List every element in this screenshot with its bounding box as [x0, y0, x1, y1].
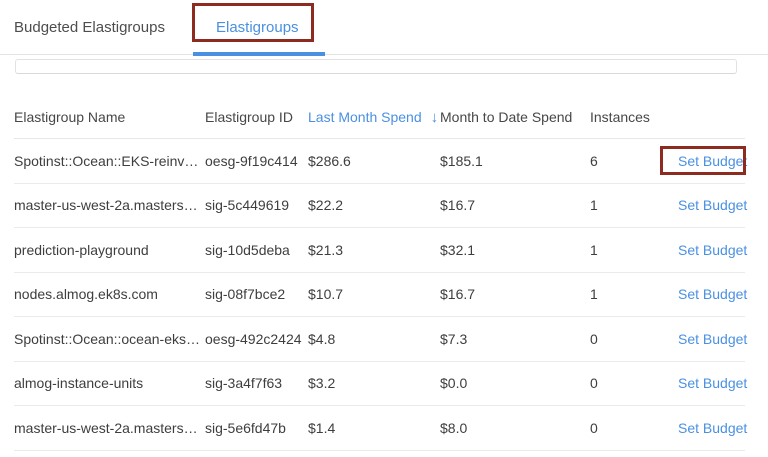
column-header-elastigroup-id[interactable]: Elastigroup ID: [205, 109, 308, 125]
cell-elastigroup-id: sig-08f7bce2: [205, 286, 308, 302]
set-budget-link[interactable]: Set Budget: [678, 242, 747, 258]
set-budget-link[interactable]: Set Budget: [678, 331, 747, 347]
elastigroups-page: Budgeted Elastigroups Elastigroups Elast…: [0, 0, 768, 457]
cell-last-month-spend: $4.8: [308, 331, 440, 347]
tab-budgeted-elastigroups[interactable]: Budgeted Elastigroups: [14, 0, 165, 54]
table-row: master-us-west-2a.masters… sig-5e6fd47b …: [14, 406, 745, 451]
cell-month-to-date-spend: $7.3: [440, 331, 590, 347]
cell-elastigroup-name: prediction-playground: [14, 242, 205, 258]
cell-instances: 1: [590, 242, 678, 258]
filter-input[interactable]: [15, 59, 737, 74]
cell-month-to-date-spend: $8.0: [440, 420, 590, 436]
cell-month-to-date-spend: $16.7: [440, 286, 590, 302]
cell-last-month-spend: $3.2: [308, 375, 440, 391]
cell-instances: 1: [590, 286, 678, 302]
sort-descending-icon: ↓: [431, 109, 439, 126]
table-row: nodes.almog.ek8s.com sig-08f7bce2 $10.7 …: [14, 273, 745, 318]
cell-last-month-spend: $286.6: [308, 153, 440, 169]
cell-instances: 0: [590, 420, 678, 436]
cell-month-to-date-spend: $16.7: [440, 197, 590, 213]
active-tab-underline: [193, 52, 325, 56]
cell-elastigroup-name: Spotinst::Ocean::EKS-reinv…: [14, 153, 205, 169]
set-budget-link[interactable]: Set Budget: [678, 286, 747, 302]
cell-month-to-date-spend: $0.0: [440, 375, 590, 391]
tab-bar: Budgeted Elastigroups Elastigroups: [0, 0, 768, 55]
table-header-row: Elastigroup Name Elastigroup ID Last Mon…: [14, 96, 745, 139]
column-header-instances[interactable]: Instances: [590, 109, 678, 125]
set-budget-link[interactable]: Set Budget: [678, 420, 747, 436]
cell-elastigroup-name: nodes.almog.ek8s.com: [14, 286, 205, 302]
cell-elastigroup-name: master-us-west-2a.masters…: [14, 420, 205, 436]
column-header-last-month-spend-label: Last Month Spend: [308, 109, 422, 125]
cell-last-month-spend: $21.3: [308, 242, 440, 258]
table-row: prediction-playground sig-10d5deba $21.3…: [14, 228, 745, 273]
cell-last-month-spend: $22.2: [308, 197, 440, 213]
cell-instances: 0: [590, 375, 678, 391]
cell-elastigroup-id: sig-5c449619: [205, 197, 308, 213]
cell-elastigroup-name: Spotinst::Ocean::ocean-eks…: [14, 331, 205, 347]
cell-elastigroup-name: almog-instance-units: [14, 375, 205, 391]
tab-elastigroups[interactable]: Elastigroups: [216, 0, 299, 54]
cell-elastigroup-id: oesg-9f19c414: [205, 153, 308, 169]
cell-elastigroup-id: sig-3a4f7f63: [205, 375, 308, 391]
elastigroups-table: Elastigroup Name Elastigroup ID Last Mon…: [14, 96, 745, 451]
set-budget-link[interactable]: Set Budget: [678, 375, 747, 391]
cell-month-to-date-spend: $32.1: [440, 242, 590, 258]
cell-month-to-date-spend: $185.1: [440, 153, 590, 169]
set-budget-link[interactable]: Set Budget: [678, 153, 747, 169]
cell-last-month-spend: $1.4: [308, 420, 440, 436]
cell-instances: 6: [590, 153, 678, 169]
cell-elastigroup-id: sig-5e6fd47b: [205, 420, 308, 436]
cell-elastigroup-name: master-us-west-2a.masters…: [14, 197, 205, 213]
cell-elastigroup-id: oesg-492c2424: [205, 331, 308, 347]
table-row: master-us-west-2a.masters… sig-5c449619 …: [14, 184, 745, 229]
table-row: almog-instance-units sig-3a4f7f63 $3.2 $…: [14, 362, 745, 407]
column-header-elastigroup-name[interactable]: Elastigroup Name: [14, 109, 205, 125]
column-header-last-month-spend[interactable]: Last Month Spend ↓: [308, 109, 440, 126]
cell-elastigroup-id: sig-10d5deba: [205, 242, 308, 258]
set-budget-link[interactable]: Set Budget: [678, 197, 747, 213]
column-header-month-to-date-spend[interactable]: Month to Date Spend: [440, 109, 590, 125]
cell-instances: 0: [590, 331, 678, 347]
cell-last-month-spend: $10.7: [308, 286, 440, 302]
table-row: Spotinst::Ocean::ocean-eks… oesg-492c242…: [14, 317, 745, 362]
table-row: Spotinst::Ocean::EKS-reinv… oesg-9f19c41…: [14, 139, 745, 184]
cell-instances: 1: [590, 197, 678, 213]
